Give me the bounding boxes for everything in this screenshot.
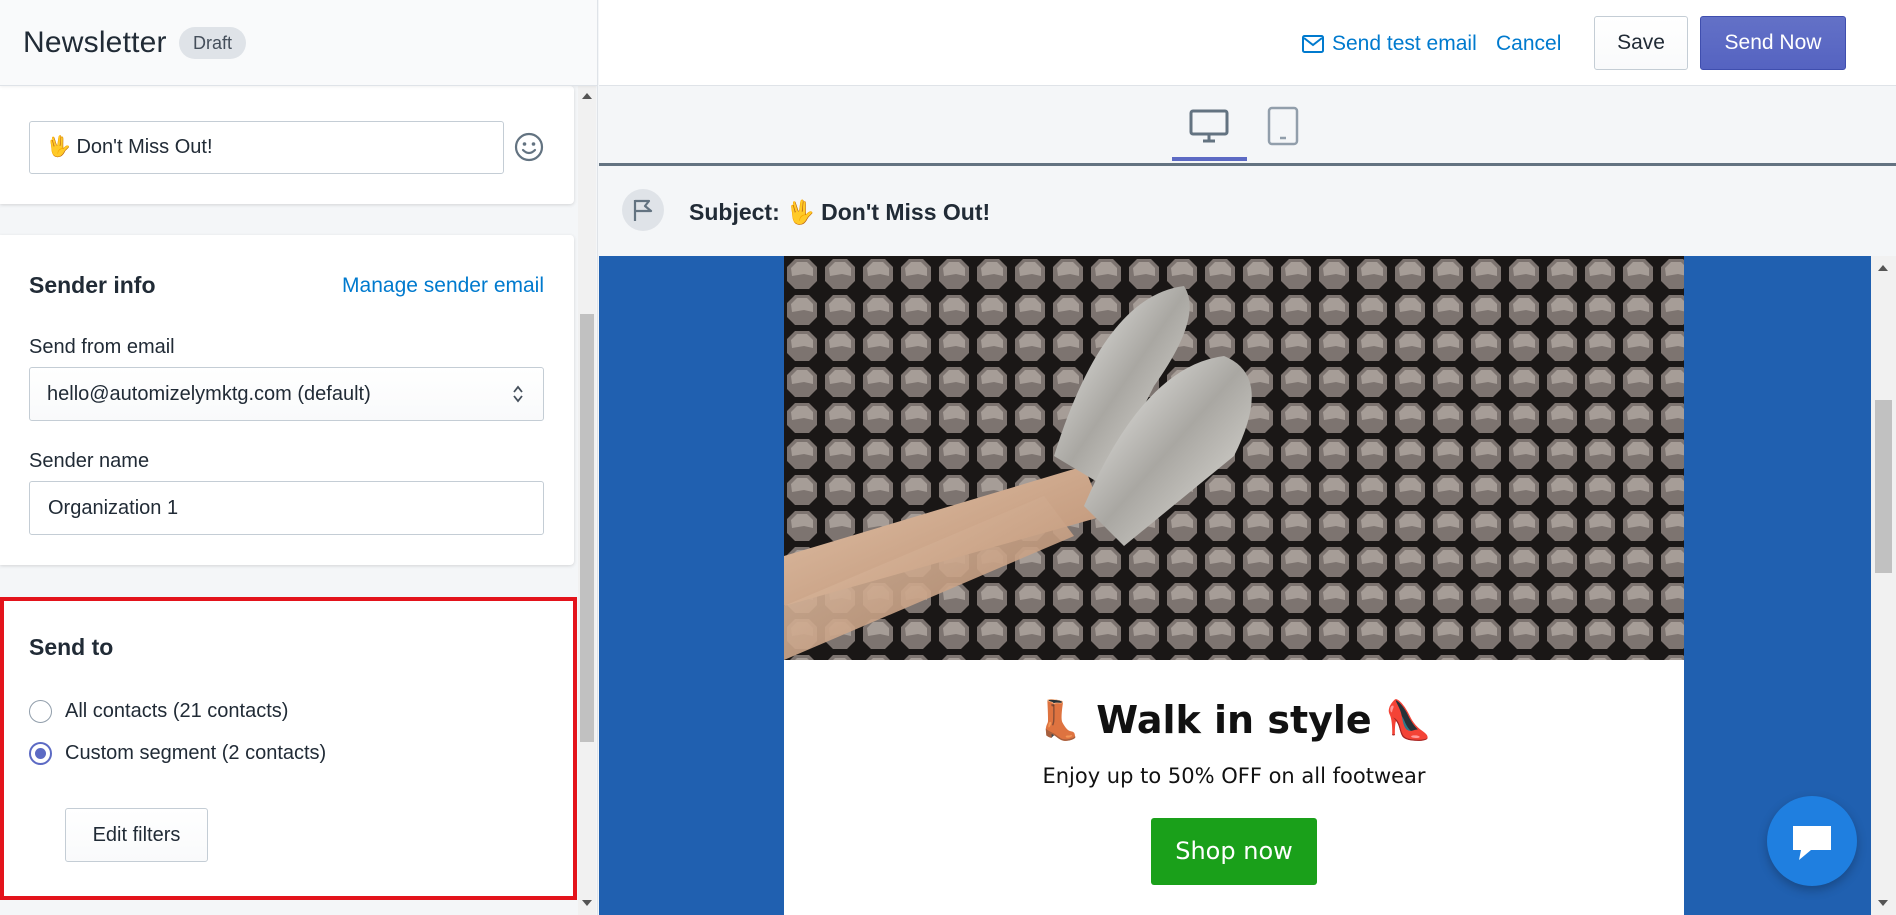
send-from-value: hello@automizelymktg.com (default) [47, 383, 371, 405]
preview-scrollbar[interactable] [1871, 256, 1896, 915]
scroll-up-arrow-icon[interactable] [582, 93, 592, 99]
action-bar: Send test email Cancel Save Send Now [599, 0, 1896, 86]
active-device-indicator [1172, 157, 1247, 161]
preview-subject-bar: Subject: 🖖 Don't Miss Out! [599, 169, 1896, 256]
send-now-button[interactable]: Send Now [1700, 16, 1846, 70]
subject-value: 🖖 Don't Miss Out! [786, 199, 991, 225]
email-headline: 👢 Walk in style 👠 [1035, 698, 1433, 742]
radio-label: Custom segment (2 contacts) [65, 742, 327, 764]
status-badge: Draft [179, 27, 247, 59]
hero-image [784, 256, 1684, 660]
preview-subject: Subject: 🖖 Don't Miss Out! [689, 199, 990, 226]
editor-panel: Newsletter Draft 🖖 Don't Miss Out! Sende… [0, 0, 598, 915]
emoji-picker-icon[interactable] [513, 131, 545, 163]
scroll-down-arrow-icon[interactable] [1878, 900, 1888, 906]
subject-prefix: Subject: [689, 199, 780, 225]
scroll-thumb[interactable] [1875, 400, 1892, 573]
sender-name-input[interactable]: Organization 1 [29, 481, 544, 535]
sender-info-title: Sender info [29, 272, 156, 298]
radio-label: All contacts (21 contacts) [65, 700, 289, 722]
envelope-icon [1302, 35, 1324, 53]
chat-launcher-button[interactable] [1767, 796, 1857, 886]
chat-icon [1793, 826, 1831, 860]
email-subline: Enjoy up to 50% OFF on all footwear [1042, 764, 1426, 788]
email-preview: 👢 Walk in style 👠 Enjoy up to 50% OFF on… [599, 256, 1871, 915]
preview-panel: Send test email Cancel Save Send Now Sub… [599, 0, 1896, 915]
editor-header: Newsletter Draft [0, 0, 597, 86]
flag-icon [633, 199, 653, 221]
page-title: Newsletter [23, 26, 167, 59]
avatar [622, 189, 664, 231]
radio-button-checked[interactable] [29, 742, 52, 765]
desktop-icon[interactable] [1189, 106, 1229, 146]
scroll-thumb[interactable] [580, 314, 594, 742]
send-from-select[interactable]: hello@automizelymktg.com (default) [29, 367, 544, 421]
sender-name-label: Sender name [29, 450, 150, 472]
send-to-title: Send to [29, 634, 114, 660]
edit-filters-button[interactable]: Edit filters [65, 808, 208, 862]
cancel-link[interactable]: Cancel [1496, 32, 1561, 56]
send-test-email-label: Send test email [1332, 32, 1477, 55]
send-test-email-link[interactable]: Send test email [1302, 32, 1477, 56]
device-switcher [599, 86, 1896, 166]
editor-scrollbar[interactable] [578, 86, 596, 915]
radio-custom-segment[interactable]: Custom segment (2 contacts) [29, 742, 326, 765]
sender-info-card: Sender info Manage sender email Send fro… [0, 235, 574, 565]
scroll-up-arrow-icon[interactable] [1878, 265, 1888, 271]
shop-now-button[interactable]: Shop now [1151, 818, 1317, 885]
manage-sender-email-link[interactable]: Manage sender email [342, 274, 544, 298]
scroll-down-arrow-icon[interactable] [582, 900, 592, 906]
radio-all-contacts[interactable]: All contacts (21 contacts) [29, 700, 288, 723]
email-body: 👢 Walk in style 👠 Enjoy up to 50% OFF on… [784, 256, 1684, 915]
send-to-card: Send to All contacts (21 contacts) Custo… [0, 597, 577, 900]
subject-card: 🖖 Don't Miss Out! [0, 86, 574, 204]
select-arrows-icon [513, 385, 523, 403]
subject-input[interactable]: 🖖 Don't Miss Out! [29, 121, 504, 174]
send-from-label: Send from email [29, 336, 175, 358]
save-button[interactable]: Save [1594, 16, 1688, 70]
mobile-icon[interactable] [1263, 106, 1303, 146]
radio-button[interactable] [29, 700, 52, 723]
